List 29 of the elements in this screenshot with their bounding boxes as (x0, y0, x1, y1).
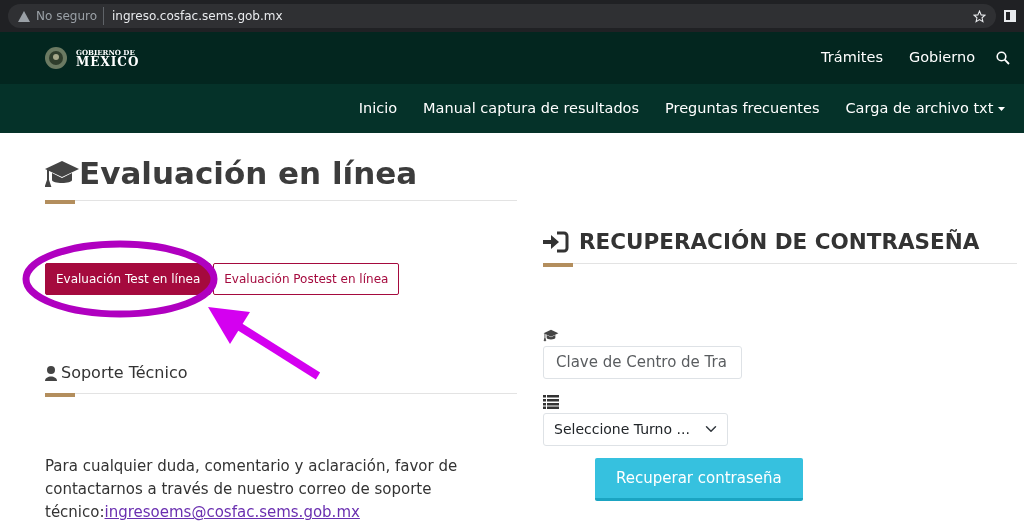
search-icon[interactable] (996, 51, 1010, 65)
sidebar-icon[interactable] (1004, 10, 1016, 22)
input-field[interactable]: Clave de Centro de Tra (543, 345, 742, 379)
list-icon (543, 394, 559, 409)
nav-dropdown[interactable]: Carga de archivo txt (832, 97, 1018, 120)
nav-link[interactable]: Preguntas frecuentes (652, 97, 833, 120)
nav-link[interactable]: Manual captura de resultados (410, 97, 652, 120)
support-paragraph: Para cualquier duda, comentario y aclaración, favor de contactarnos a través de nuestro correo de soporte técnico:ingresoems@cosfac.sems.gob.mx (45, 456, 459, 524)
security-label: No seguro (36, 8, 97, 25)
graduation-cap-icon (543, 328, 559, 342)
section-title: RECUPERACIÓN DE CONTRASEÑA (579, 229, 980, 255)
nav-link[interactable]: Inicio (345, 97, 411, 120)
caret-icon (998, 106, 1005, 111)
shift-select[interactable]: Seleccione Turno ... (543, 412, 728, 446)
emblem-icon[interactable] (44, 46, 68, 70)
email-link[interactable]: ingresoems@cosfac.sems.gob.mx (104, 503, 360, 522)
section-title: Soporte Técnico (61, 362, 188, 385)
nav-link[interactable]: Trámites (808, 47, 896, 69)
star-icon[interactable] (973, 9, 986, 23)
address-bar[interactable]: ingreso.cosfac.sems.gob.mx (103, 7, 283, 25)
logo-text: MÉXICO (76, 55, 140, 68)
graduation-cap-icon (45, 158, 79, 189)
nav-link[interactable]: Gobierno (895, 47, 988, 69)
user-icon (45, 365, 57, 381)
page-title: Evaluación en línea (79, 155, 418, 193)
evaluation-button[interactable]: Evaluación Postest en línea (213, 263, 400, 296)
warning-icon (18, 10, 30, 22)
sign-in-icon (543, 230, 569, 253)
evaluation-button[interactable]: Evaluación Test en línea (45, 263, 212, 296)
